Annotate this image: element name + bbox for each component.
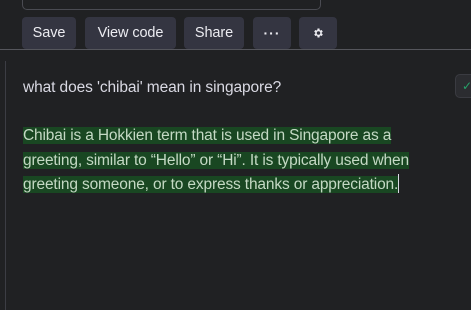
- check-icon: ✓: [462, 79, 471, 93]
- gear-icon: [312, 27, 324, 39]
- toolbar: Save View code Share ···: [0, 0, 471, 49]
- search-input[interactable]: [22, 0, 321, 10]
- more-options-button[interactable]: ···: [253, 17, 291, 49]
- settings-button[interactable]: [299, 17, 337, 49]
- edit-toggle[interactable]: ✓: [455, 74, 471, 98]
- toolbar-divider: [0, 49, 471, 50]
- text-cursor: [398, 174, 400, 193]
- view-code-button[interactable]: View code: [85, 17, 176, 49]
- response-line: greeting someone, or to express thanks o…: [23, 176, 399, 193]
- response-line: greeting, similar to “Hello” or “Hi”. It…: [23, 151, 409, 169]
- assistant-response[interactable]: Chibai is a Hokkien term that is used in…: [23, 124, 463, 198]
- response-line: Chibai is a Hokkien term that is used in…: [23, 127, 392, 144]
- share-button[interactable]: Share: [184, 17, 244, 49]
- save-button[interactable]: Save: [22, 17, 76, 49]
- user-prompt: what does 'chibai' mean in singapore?: [23, 79, 282, 96]
